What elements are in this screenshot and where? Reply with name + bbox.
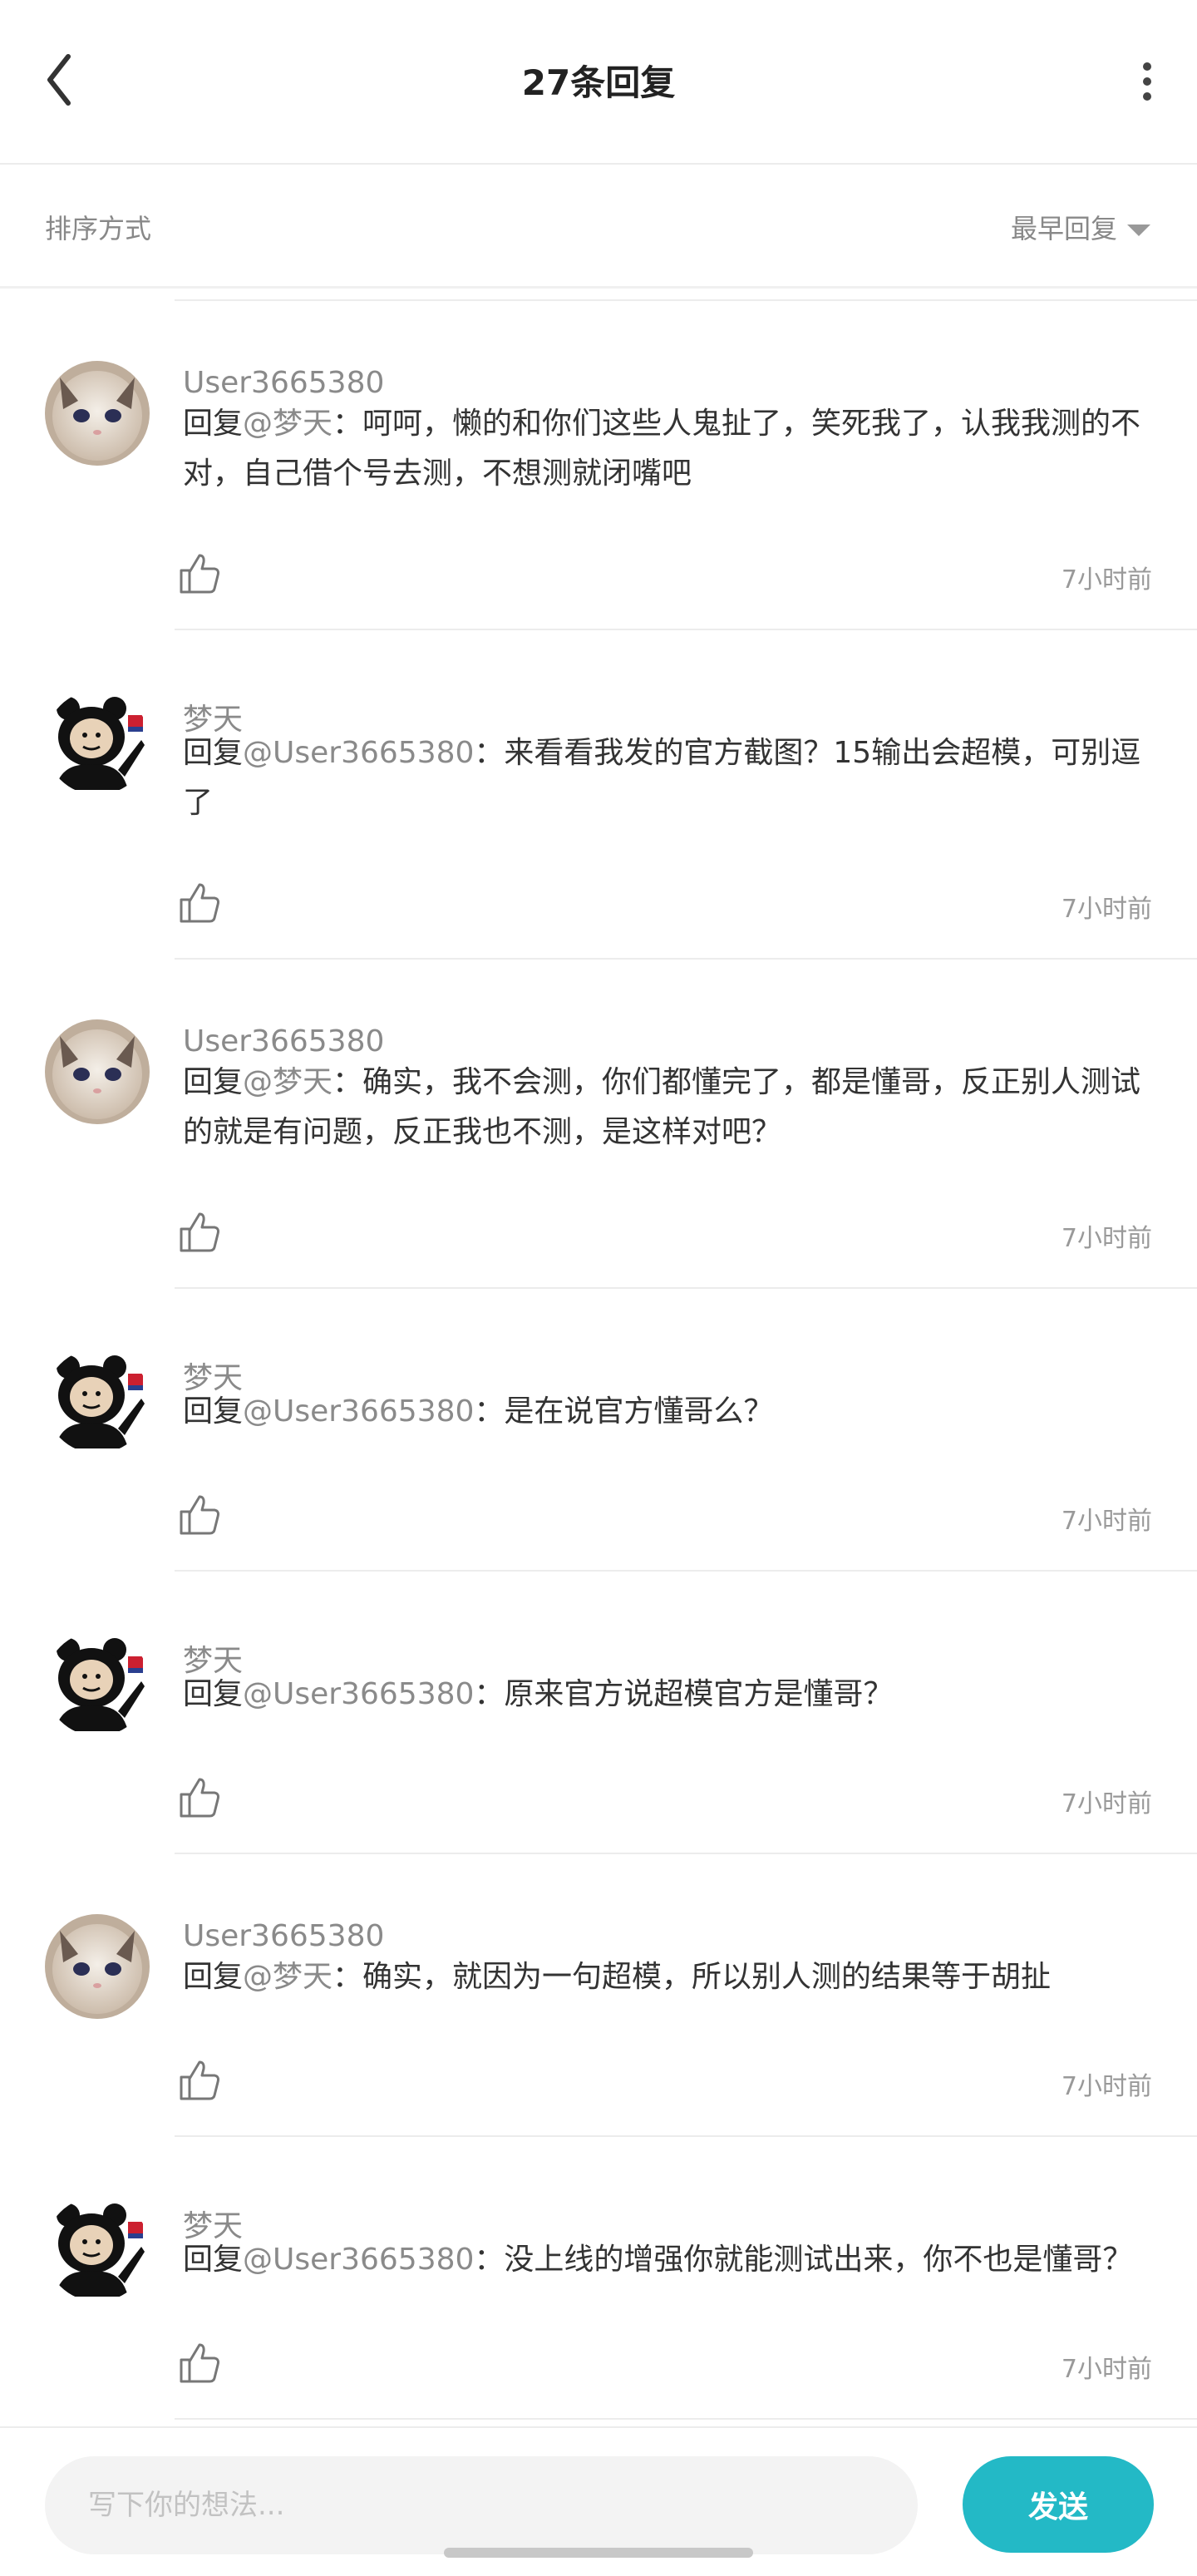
divider — [175, 1570, 1197, 1572]
sort-label: 排序方式 — [45, 213, 152, 244]
reply-text: 回复@User3665380：原来官方说超模官方是懂哥？ — [183, 1670, 1150, 1720]
more-options-icon[interactable] — [1130, 58, 1164, 108]
divider — [175, 2135, 1197, 2137]
sort-dropdown[interactable]: 最早回复 — [1011, 208, 1150, 246]
mention-link[interactable]: @梦天 — [243, 407, 332, 441]
reply-item: 梦天 回复@User3665380：来看看我发的官方截图？15输出会超模，可别逗… — [0, 629, 1197, 958]
reply-text: 回复@User3665380：来看看我发的官方截图？15输出会超模，可别逗了 — [183, 728, 1150, 828]
top-bar: 27条回复 — [0, 0, 1197, 165]
reply-time: 7小时前 — [1061, 1507, 1152, 1536]
reply-body: ：确实，就因为一句超模，所以别人测的结果等于胡扯 — [332, 1960, 1052, 1994]
user-avatar[interactable] — [45, 2197, 150, 2302]
reply-prefix: 回复 — [183, 1677, 244, 1711]
home-indicator — [444, 2548, 753, 2558]
reply-time: 7小时前 — [1061, 2072, 1152, 2101]
thumbs-up-icon[interactable] — [176, 880, 223, 926]
reply-prefix: 回复 — [183, 1065, 244, 1099]
reply-time: 7小时前 — [1061, 895, 1152, 924]
reply-username[interactable]: User3665380 — [183, 1919, 384, 1953]
sort-bar: 排序方式 最早回复 — [0, 165, 1197, 289]
page-title: 27条回复 — [521, 62, 676, 103]
reply-username[interactable]: User3665380 — [183, 366, 384, 400]
mention-link[interactable]: @User3665380 — [243, 1394, 474, 1429]
reply-item: User3665380 回复@梦天：呵呵，懒的和你们这些人鬼扯了，笑死我了，认我… — [0, 299, 1197, 629]
reply-username[interactable]: User3665380 — [183, 1024, 384, 1059]
reply-item: 梦天 回复@User3665380：是在说官方懂哥么？ 7小时前 — [0, 1287, 1197, 1570]
mention-link[interactable]: @User3665380 — [243, 736, 474, 770]
reply-text: 回复@梦天：呵呵，懒的和你们这些人鬼扯了，笑死我了，认我我测的不对，自己借个号去… — [183, 399, 1150, 499]
mention-link[interactable]: @梦天 — [243, 1960, 332, 1994]
reply-prefix: 回复 — [183, 407, 244, 441]
reply-time: 7小时前 — [1061, 1789, 1152, 1818]
user-avatar[interactable] — [45, 1631, 150, 1736]
reply-prefix: 回复 — [183, 2243, 244, 2277]
mention-link[interactable]: @User3665380 — [243, 1677, 474, 1711]
reply-body: ：没上线的增强你就能测试出来，你不也是懂哥？ — [474, 2243, 1133, 2277]
reply-time: 7小时前 — [1061, 1224, 1152, 1253]
reply-text: 回复@User3665380：没上线的增强你就能测试出来，你不也是懂哥？ — [183, 2235, 1150, 2285]
divider — [175, 2418, 1197, 2420]
reply-item: User3665380 回复@梦天：确实，就因为一句超模，所以别人测的结果等于胡… — [0, 1853, 1197, 2135]
thumbs-up-icon[interactable] — [176, 1209, 223, 1256]
divider — [175, 629, 1197, 630]
divider — [175, 1287, 1197, 1289]
divider — [175, 1853, 1197, 1854]
comment-input[interactable] — [45, 2456, 918, 2554]
thumbs-up-icon[interactable] — [176, 1774, 223, 1821]
reply-prefix: 回复 — [183, 1394, 244, 1429]
reply-body: ：是在说官方懂哥么？ — [474, 1394, 774, 1429]
thumbs-up-icon[interactable] — [176, 2057, 223, 2104]
reply-prefix: 回复 — [183, 1960, 244, 1994]
thumbs-up-icon[interactable] — [176, 2340, 223, 2386]
user-avatar[interactable] — [45, 361, 150, 466]
mention-link[interactable]: @User3665380 — [243, 2243, 474, 2277]
reply-text: 回复@梦天：确实，就因为一句超模，所以别人测的结果等于胡扯 — [183, 1952, 1150, 2002]
reply-item: 梦天 回复@User3665380：没上线的增强你就能测试出来，你不也是懂哥？ … — [0, 2135, 1197, 2418]
reply-prefix: 回复 — [183, 736, 244, 770]
reply-text: 回复@梦天：确实，我不会测，你们都懂完了，都是懂哥，反正别人测试的就是有问题，反… — [183, 1058, 1150, 1157]
send-button[interactable]: 发送 — [963, 2456, 1154, 2553]
user-avatar[interactable] — [45, 690, 150, 795]
mention-link[interactable]: @梦天 — [243, 1065, 332, 1099]
triangle-down-icon — [1127, 225, 1150, 236]
reply-item: 梦天 回复@User3665380：原来官方说超模官方是懂哥？ 7小时前 — [0, 1570, 1197, 1853]
user-avatar[interactable] — [45, 1914, 150, 2019]
reply-time: 7小时前 — [1061, 2355, 1152, 2384]
thumbs-up-icon[interactable] — [176, 550, 223, 597]
user-avatar[interactable] — [45, 1349, 150, 1453]
thumbs-up-icon[interactable] — [176, 1492, 223, 1538]
reply-text: 回复@User3665380：是在说官方懂哥么？ — [183, 1387, 1150, 1437]
user-avatar[interactable] — [45, 1019, 150, 1124]
reply-body: ：原来官方说超模官方是懂哥？ — [474, 1677, 894, 1711]
reply-item: User3665380 回复@梦天：确实，我不会测，你们都懂完了，都是懂哥，反正… — [0, 958, 1197, 1287]
divider — [175, 299, 1197, 301]
divider — [175, 958, 1197, 960]
reply-time: 7小时前 — [1061, 565, 1152, 595]
sort-selected-value: 最早回复 — [1010, 213, 1117, 244]
